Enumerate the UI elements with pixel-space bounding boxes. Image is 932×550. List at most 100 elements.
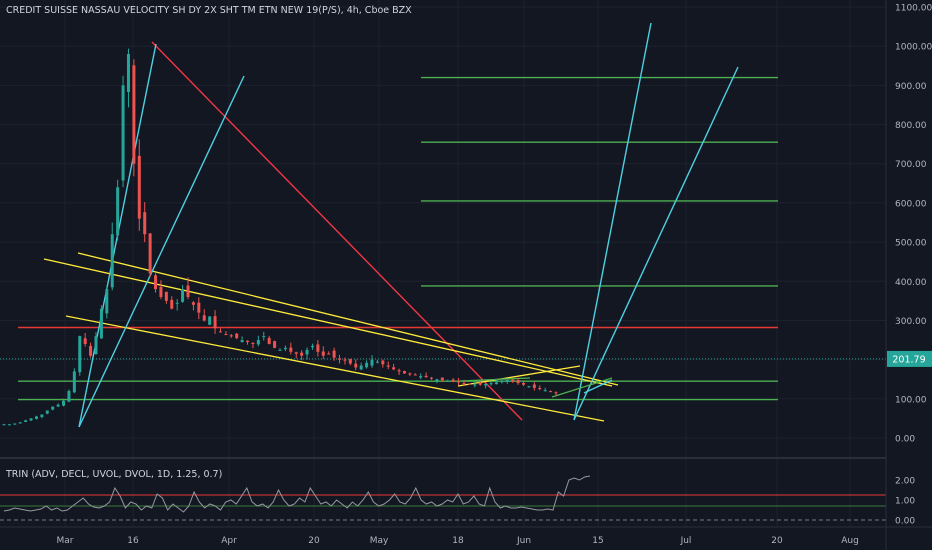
candle-body xyxy=(202,315,206,321)
time-axis[interactable]: Mar 16 Apr 20 May 18 Jun 15 Jul 20 Aug xyxy=(57,536,859,546)
candle-body xyxy=(397,370,401,372)
candle-body xyxy=(235,333,239,339)
x-tick-label: Jun xyxy=(516,536,531,546)
candle-body xyxy=(446,380,450,382)
candle-body xyxy=(72,371,76,393)
candle-body xyxy=(191,302,195,305)
y-tick-label: 300.00 xyxy=(895,317,927,327)
x-tick-label: Apr xyxy=(221,536,237,546)
candle-body xyxy=(430,377,434,379)
x-tick-label: Mar xyxy=(57,536,74,546)
y-tick-label: 500.00 xyxy=(895,239,927,249)
fan-line xyxy=(78,75,245,428)
indicator-tick-label: 1.00 xyxy=(895,497,915,507)
candle-body xyxy=(186,285,190,297)
candle-body xyxy=(62,400,66,406)
fan-line xyxy=(573,22,652,421)
candle-body xyxy=(45,410,49,414)
candle-body xyxy=(262,336,266,338)
candle-body xyxy=(310,345,314,348)
candle-body xyxy=(494,382,498,385)
candle-body xyxy=(170,299,174,309)
candle-body xyxy=(137,155,141,219)
y-tick-label: 100.00 xyxy=(895,395,927,405)
candle-body xyxy=(338,358,342,360)
candle-body xyxy=(116,187,120,236)
candle-body xyxy=(365,362,369,368)
candle-body xyxy=(181,289,185,302)
candle-body xyxy=(500,381,504,383)
y-tick-label: 900.00 xyxy=(895,82,927,92)
candle-body xyxy=(246,340,250,343)
chart-title: CREDIT SUISSE NASSAU VELOCITY SH DY 2X S… xyxy=(6,5,412,16)
candle-body xyxy=(316,344,320,352)
indicator-tick-label: 0.00 xyxy=(895,517,915,527)
candle-body xyxy=(18,422,22,424)
candle-body xyxy=(24,420,28,422)
candles xyxy=(2,48,558,426)
candle-body xyxy=(381,360,385,365)
x-tick-label: Aug xyxy=(841,536,859,546)
candle-body xyxy=(522,383,526,385)
candle-body xyxy=(175,302,179,304)
candle-body xyxy=(451,379,455,382)
candle-body xyxy=(332,350,336,358)
candle-body xyxy=(435,379,439,381)
fan-line xyxy=(573,66,739,421)
candle-body xyxy=(419,376,423,378)
x-tick-label: May xyxy=(370,536,389,546)
candle-body xyxy=(208,316,212,325)
candle-body xyxy=(327,353,331,355)
candle-body xyxy=(516,380,520,384)
candle-body xyxy=(467,383,471,385)
y-tick-label: 1100.00 xyxy=(895,4,932,14)
candle-body xyxy=(51,406,55,410)
channel-line xyxy=(77,252,619,386)
candle-body xyxy=(218,331,222,333)
candle-body xyxy=(13,423,17,425)
candle-body xyxy=(56,404,60,407)
candle-body xyxy=(213,316,217,329)
indicator-axis[interactable]: 2.00 1.00 0.00 xyxy=(895,477,915,527)
candle-body xyxy=(370,359,374,366)
candle-body xyxy=(484,383,488,386)
candle-body xyxy=(143,212,147,235)
candle-body xyxy=(121,85,125,181)
candle-body xyxy=(538,388,542,390)
candle-body xyxy=(256,340,260,345)
candle-body xyxy=(164,291,168,301)
candle-body xyxy=(375,361,379,363)
candle-body xyxy=(99,308,103,339)
candle-body xyxy=(424,375,428,378)
price-axis[interactable]: 1100.00 1000.00 900.00 800.00 700.00 600.00 50… xyxy=(895,4,932,445)
candle-body xyxy=(29,418,33,421)
candle-body xyxy=(402,371,406,374)
candle-body xyxy=(408,373,412,375)
candle-body xyxy=(40,414,44,418)
x-tick-label: 20 xyxy=(771,536,783,546)
channel-line xyxy=(65,315,605,422)
candle-body xyxy=(7,424,11,426)
candle-body xyxy=(354,363,358,368)
candle-body xyxy=(532,384,536,388)
y-tick-label: 700.00 xyxy=(895,160,927,170)
candle-body xyxy=(2,424,6,426)
x-tick-label: 16 xyxy=(127,536,139,546)
x-tick-label: 20 xyxy=(308,536,320,546)
chart-canvas[interactable]: 1100.00 1000.00 900.00 800.00 700.00 600.00 50… xyxy=(0,0,932,550)
candle-body xyxy=(273,341,277,348)
candle-body xyxy=(126,54,130,93)
y-tick-label: 400.00 xyxy=(895,278,927,288)
candle-body xyxy=(413,374,417,376)
candle-body xyxy=(305,349,309,355)
candle-body xyxy=(89,345,93,356)
candle-body xyxy=(478,382,482,385)
candle-body xyxy=(34,416,38,419)
candle-body xyxy=(224,334,228,336)
indicator-tick-label: 2.00 xyxy=(895,477,915,487)
candle-body xyxy=(240,340,244,343)
candle-body xyxy=(132,65,136,164)
candle-body xyxy=(489,383,493,385)
candle-body xyxy=(78,336,82,373)
candle-body xyxy=(343,359,347,361)
